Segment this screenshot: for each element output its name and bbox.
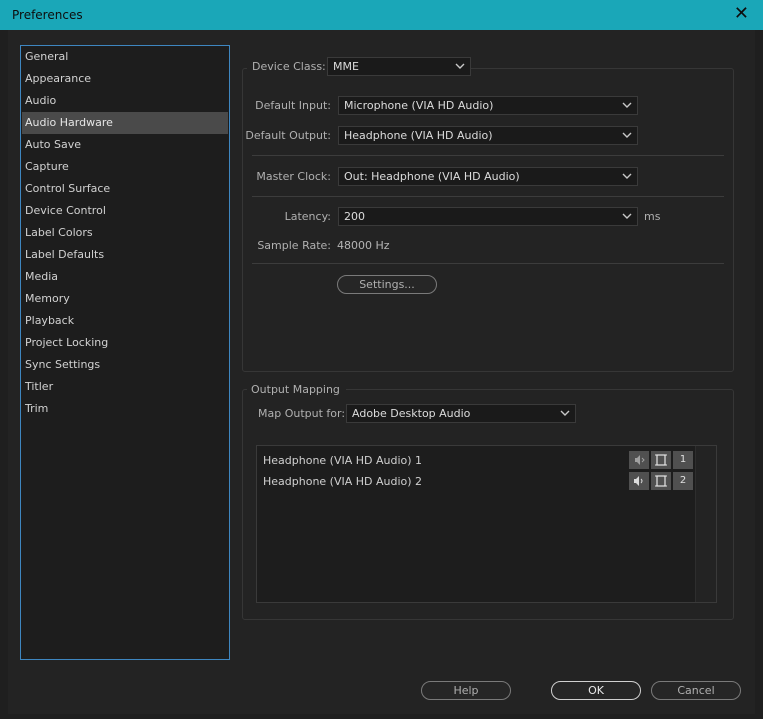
master-clock-dropdown[interactable]: Out: Headphone (VIA HD Audio) bbox=[338, 167, 638, 186]
ok-button[interactable]: OK bbox=[551, 681, 641, 700]
master-clock-label: Master Clock: bbox=[256, 170, 331, 183]
default-input-value: Microphone (VIA HD Audio) bbox=[344, 99, 494, 112]
default-output-dropdown[interactable]: Headphone (VIA HD Audio) bbox=[338, 126, 638, 145]
category-item-auto-save[interactable]: Auto Save bbox=[22, 134, 228, 156]
chevron-down-icon bbox=[622, 102, 632, 108]
category-item-audio[interactable]: Audio bbox=[22, 90, 228, 112]
device-class-label: Device Class: bbox=[247, 60, 332, 73]
chevron-down-icon bbox=[622, 173, 632, 179]
chevron-down-icon bbox=[560, 410, 570, 416]
channel-row-label: Headphone (VIA HD Audio) 1 bbox=[263, 454, 423, 467]
output-mapping-label: Output Mapping bbox=[247, 383, 346, 396]
chevron-down-icon bbox=[622, 213, 632, 219]
category-item-media[interactable]: Media bbox=[22, 266, 228, 288]
speaker-icon[interactable] bbox=[629, 472, 649, 490]
latency-dropdown[interactable]: 200 bbox=[338, 207, 638, 226]
default-input-dropdown[interactable]: Microphone (VIA HD Audio) bbox=[338, 96, 638, 115]
help-button[interactable]: Help bbox=[421, 681, 511, 700]
channel-number-1: 1 bbox=[673, 451, 693, 469]
category-list[interactable]: General Appearance Audio Audio Hardware … bbox=[20, 45, 230, 660]
category-item-appearance[interactable]: Appearance bbox=[22, 68, 228, 90]
master-clock-value: Out: Headphone (VIA HD Audio) bbox=[344, 170, 520, 183]
latency-unit: ms bbox=[644, 210, 661, 223]
category-item-playback[interactable]: Playback bbox=[22, 310, 228, 332]
category-item-control-surface[interactable]: Control Surface bbox=[22, 178, 228, 200]
speaker-dim-icon[interactable] bbox=[629, 451, 649, 469]
category-item-label-colors[interactable]: Label Colors bbox=[22, 222, 228, 244]
default-output-label: Default Output: bbox=[245, 129, 331, 142]
channel-row-label: Headphone (VIA HD Audio) 2 bbox=[263, 475, 423, 488]
category-item-sync-settings[interactable]: Sync Settings bbox=[22, 354, 228, 376]
map-output-for-value: Adobe Desktop Audio bbox=[352, 407, 471, 420]
category-item-general[interactable]: General bbox=[22, 46, 228, 68]
map-output-for-label: Map Output for: bbox=[258, 407, 346, 420]
settings-button[interactable]: Settings... bbox=[337, 275, 437, 294]
latency-label: Latency: bbox=[284, 210, 331, 223]
category-item-project-locking[interactable]: Project Locking bbox=[22, 332, 228, 354]
channel-frame-icon[interactable] bbox=[651, 472, 671, 490]
device-class-value: MME bbox=[333, 60, 359, 73]
close-icon[interactable]: ✕ bbox=[734, 5, 749, 23]
output-channel-list[interactable]: Headphone (VIA HD Audio) 1 Headphone (VI… bbox=[256, 445, 717, 603]
map-output-for-dropdown[interactable]: Adobe Desktop Audio bbox=[346, 404, 576, 423]
default-output-value: Headphone (VIA HD Audio) bbox=[344, 129, 493, 142]
window-title: Preferences bbox=[12, 8, 83, 22]
latency-value: 200 bbox=[344, 210, 365, 223]
cancel-button[interactable]: Cancel bbox=[651, 681, 741, 700]
channel-number-2: 2 bbox=[673, 472, 693, 490]
title-bar: Preferences ✕ bbox=[0, 0, 763, 30]
sample-rate-label: Sample Rate: bbox=[257, 239, 331, 252]
sample-rate-value: 48000 Hz bbox=[337, 239, 390, 252]
chevron-down-icon bbox=[455, 63, 465, 69]
category-item-memory[interactable]: Memory bbox=[22, 288, 228, 310]
separator bbox=[252, 155, 724, 156]
separator bbox=[252, 263, 724, 264]
category-item-trim[interactable]: Trim bbox=[22, 398, 228, 420]
separator bbox=[252, 196, 724, 197]
default-input-label: Default Input: bbox=[255, 99, 331, 112]
channel-frame-icon[interactable] bbox=[651, 451, 671, 469]
category-item-capture[interactable]: Capture bbox=[22, 156, 228, 178]
chevron-down-icon bbox=[622, 132, 632, 138]
category-item-audio-hardware[interactable]: Audio Hardware bbox=[22, 112, 228, 134]
device-class-dropdown[interactable]: MME bbox=[327, 57, 471, 76]
scrollbar[interactable] bbox=[695, 446, 716, 602]
category-item-titler[interactable]: Titler bbox=[22, 376, 228, 398]
category-item-label-defaults[interactable]: Label Defaults bbox=[22, 244, 228, 266]
category-item-device-control[interactable]: Device Control bbox=[22, 200, 228, 222]
